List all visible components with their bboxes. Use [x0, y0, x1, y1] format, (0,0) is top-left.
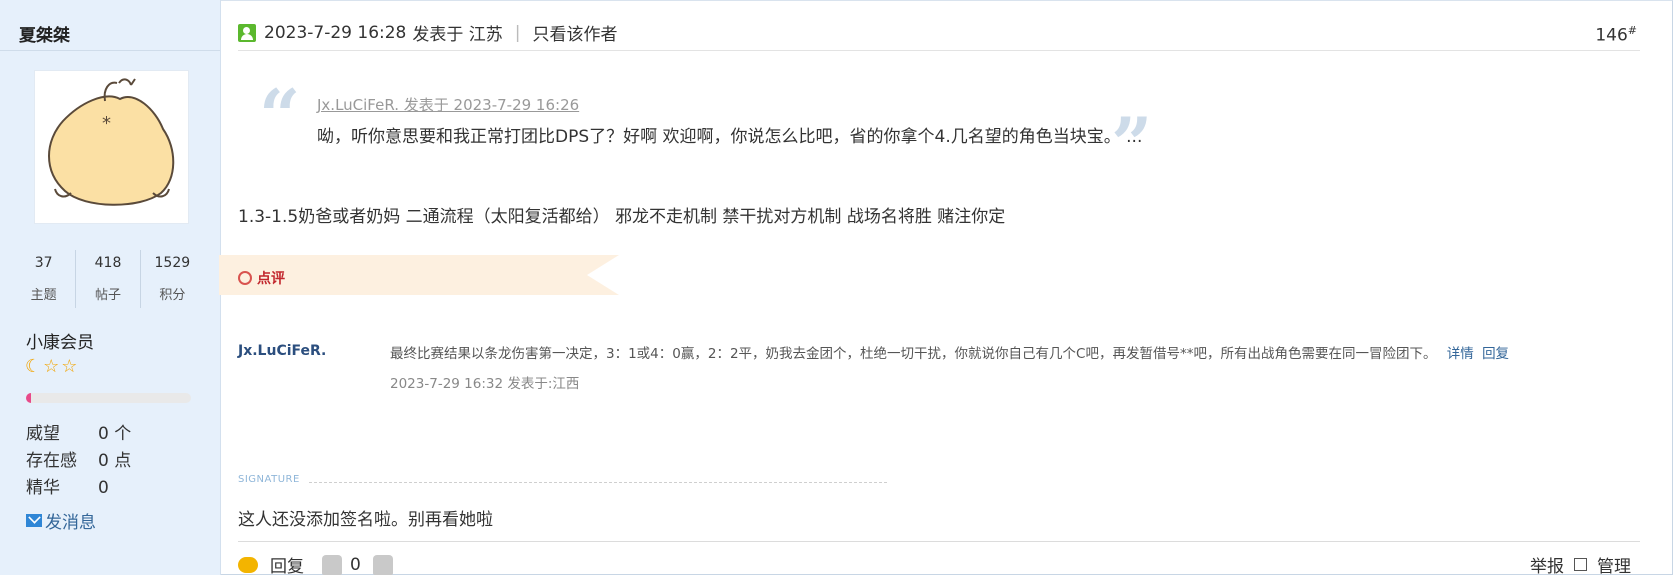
post-body: 1.3-1.5奶爸或者奶妈 二通流程（太阳复活都给） 邪龙不走机制 禁干扰对方机… — [238, 207, 1006, 227]
review-label: 点评 — [257, 271, 285, 287]
quote-text: 呦，听你意思要和我正常打团比DPS了？好啊 欢迎啊，你说怎么比吧，省的你拿个4.… — [317, 127, 1143, 147]
open-quote-icon: “ — [259, 73, 301, 158]
signature-divider — [309, 482, 887, 483]
only-author-link[interactable]: 只看该作者 — [533, 20, 618, 45]
send-message-label: 发消息 — [45, 513, 96, 533]
author-name[interactable]: 夏桀桀 — [19, 21, 70, 46]
mail-icon — [26, 514, 42, 527]
close-quote-icon: ” — [1111, 101, 1153, 186]
post-date: 2023-7-29 16:28 — [264, 22, 407, 43]
avatar[interactable]: * — [34, 70, 189, 224]
review-user-link[interactable]: Jx.LuCiFeR. — [238, 343, 326, 359]
stat-label: 帖子 — [94, 288, 121, 303]
divider — [238, 541, 1640, 542]
avatar-illustration: * — [48, 78, 175, 206]
separator: | — [514, 22, 521, 43]
report-button[interactable]: 举报 — [1530, 552, 1564, 577]
prop-value: 0 点 — [98, 451, 132, 471]
floor-number[interactable]: 146# — [1595, 24, 1637, 46]
review-header: 点评 — [238, 268, 285, 288]
rank-stars: ☾ ☆ ☆ — [25, 358, 77, 376]
prop-essence: 精华 0 — [26, 473, 109, 498]
stat-value: 418 — [94, 255, 122, 271]
post-main: 2023-7-29 16:28 发表于 江苏 | 只看该作者 146# “ Jx… — [219, 0, 1673, 577]
prop-key: 精华 — [26, 478, 60, 498]
prop-prestige: 威望 0 个 — [26, 419, 131, 444]
moon-icon: ☾ — [25, 356, 42, 377]
manage-checkbox[interactable] — [1574, 558, 1587, 571]
review-time: 2023-7-29 16:32 发表于:江西 — [390, 376, 580, 392]
author-sidebar: 夏桀桀 * 37 主题 418 帖子 1529 积分 小康会员 ☾ ☆ ☆ 威望… — [0, 0, 221, 575]
level-progress-fill — [26, 393, 31, 403]
stat-label: 积分 — [159, 288, 186, 303]
thumbs-up-icon[interactable] — [322, 554, 342, 575]
post-admin-actions: 举报 管理 — [1530, 552, 1631, 577]
stat-posts[interactable]: 418 帖子 — [76, 250, 141, 308]
prop-presence: 存在感 0 点 — [26, 446, 131, 471]
prop-key: 存在感 — [26, 451, 77, 471]
post-header: 2023-7-29 16:28 发表于 江苏 | 只看该作者 — [238, 20, 618, 45]
review-text: 最终比赛结果以条龙伤害第一决定，3：1或4：0赢，2：2平，奶我去金团个，杜绝一… — [390, 346, 1437, 362]
review-comment: 最终比赛结果以条龙伤害第一决定，3：1或4：0赢，2：2平，奶我去金团个，杜绝一… — [390, 342, 1509, 362]
level-progress-bar — [26, 393, 191, 403]
reply-bubble-icon[interactable] — [238, 556, 258, 573]
signature-text: 这人还没添加签名啦。别再看她啦 — [238, 510, 493, 530]
svg-text:*: * — [102, 113, 111, 134]
signature-label: SIGNATURE — [238, 474, 300, 485]
thumbs-down-icon[interactable] — [372, 554, 393, 575]
star-icon: ☆ — [61, 356, 78, 377]
divider — [238, 50, 1640, 51]
stat-value: 1529 — [154, 255, 191, 271]
prop-key: 威望 — [26, 424, 60, 444]
prop-value: 0 个 — [98, 424, 132, 444]
detail-link[interactable]: 详情 — [1447, 346, 1474, 362]
post-location: 发表于 江苏 — [412, 25, 503, 45]
manage-label[interactable]: 管理 — [1597, 552, 1631, 577]
divider — [0, 50, 220, 51]
circle-icon — [238, 271, 252, 285]
reply-button[interactable]: 回复 — [270, 552, 304, 577]
post-actions: 回复 0 — [238, 552, 393, 577]
online-user-icon — [238, 23, 256, 42]
stat-label: 主题 — [30, 288, 57, 303]
like-count: 0 — [350, 554, 361, 575]
stat-points[interactable]: 1529 积分 — [141, 250, 204, 308]
member-group[interactable]: 小康会员 — [26, 328, 94, 353]
stat-threads[interactable]: 37 主题 — [12, 250, 77, 308]
floor-value: 146 — [1595, 25, 1628, 46]
reply-link[interactable]: 回复 — [1482, 346, 1509, 362]
quote-source-link[interactable]: Jx.LuCiFeR. 发表于 2023-7-29 16:26 — [317, 94, 579, 115]
stat-value: 37 — [34, 255, 53, 271]
author-stats: 37 主题 418 帖子 1529 积分 — [12, 250, 204, 308]
floor-mark: # — [1627, 24, 1637, 37]
prop-value: 0 — [98, 478, 109, 498]
star-icon: ☆ — [43, 356, 60, 377]
send-message-link[interactable]: 发消息 — [26, 508, 96, 533]
